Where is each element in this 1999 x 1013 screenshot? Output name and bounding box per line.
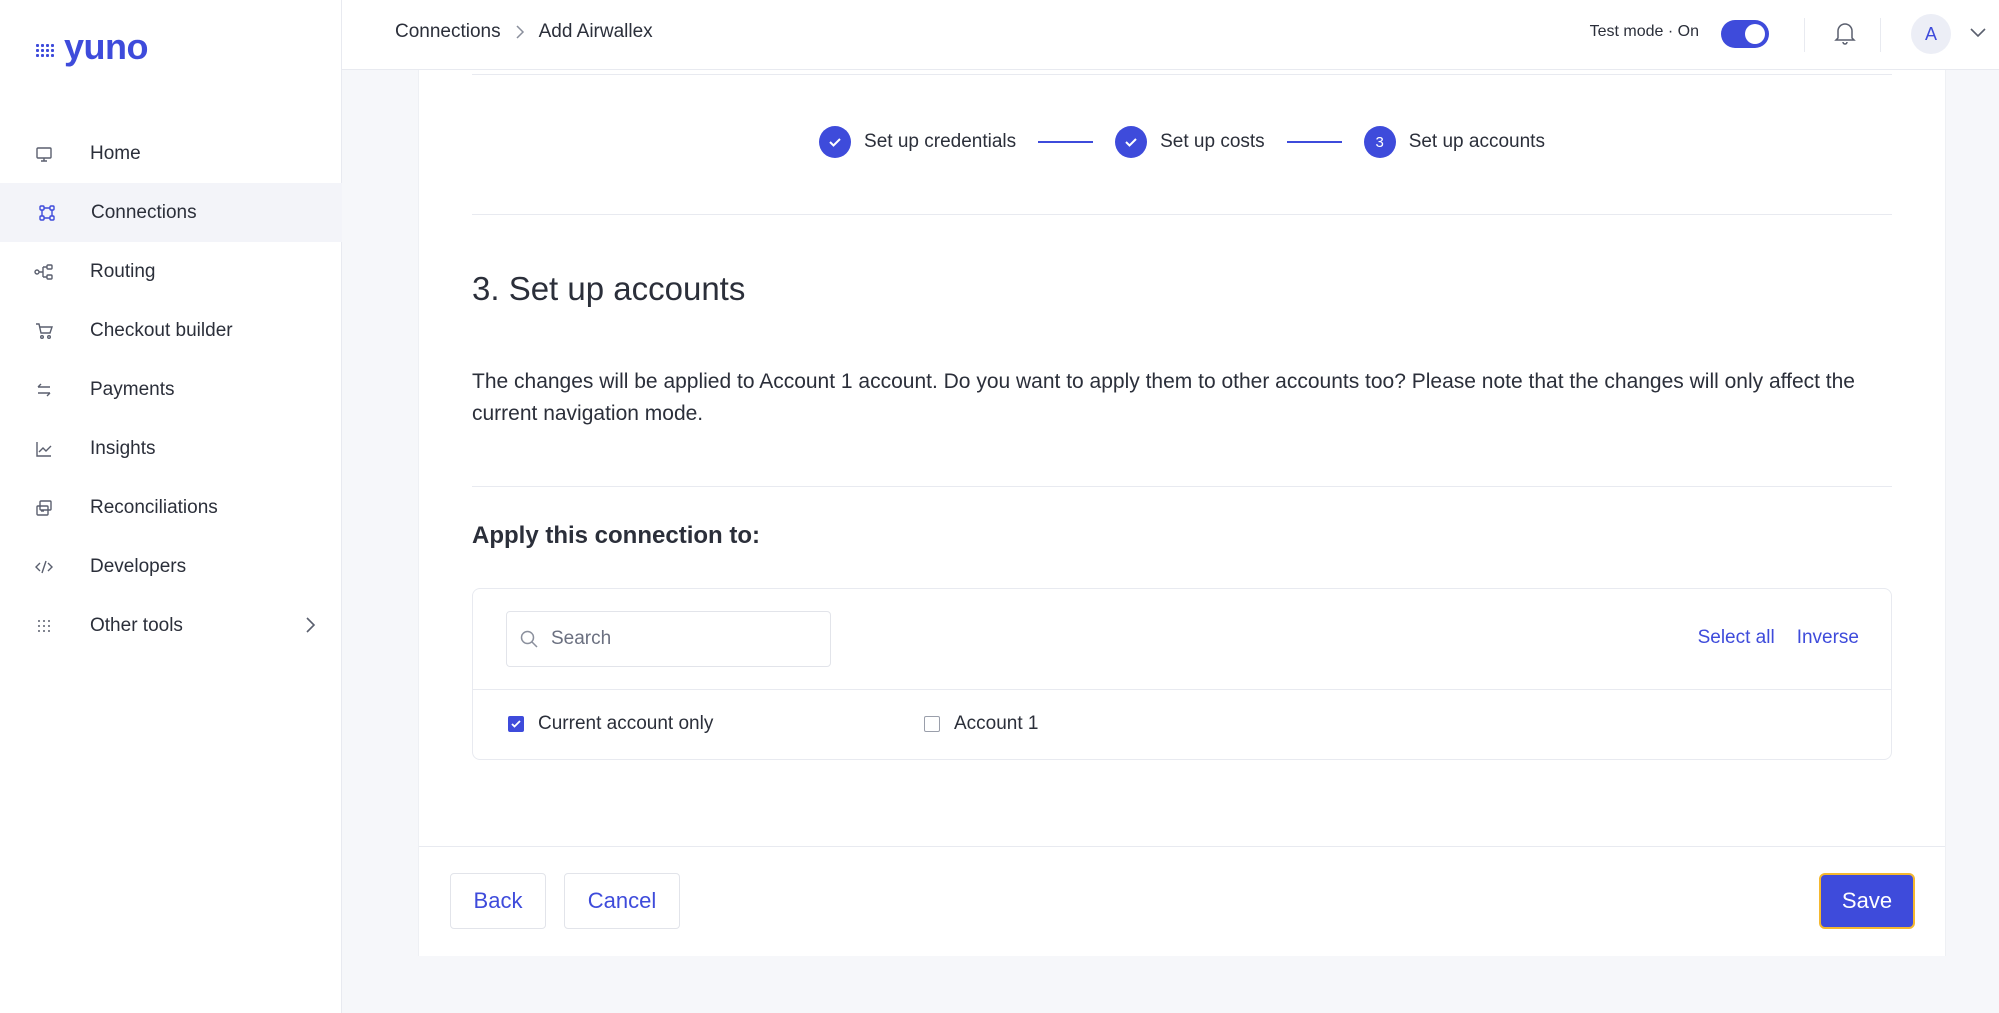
top-bar: Connections Add Airwallex Test mode · On…: [342, 0, 1999, 70]
yuno-logo[interactable]: yuno: [36, 26, 149, 68]
routing-icon: [32, 260, 56, 284]
divider: [1880, 18, 1881, 52]
divider: [472, 214, 1892, 215]
selection-links: Select all Inverse: [1698, 627, 1859, 649]
option-label: Current account only: [538, 713, 714, 734]
test-mode-label: Test mode · On: [1589, 23, 1699, 40]
step-label: Set up costs: [1160, 131, 1265, 152]
breadcrumb-current: Add Airwallex: [538, 21, 653, 42]
step-label: Set up credentials: [864, 131, 1017, 152]
step-connector: [1038, 141, 1094, 143]
reconcile-icon: [32, 496, 56, 520]
sidebar-item-label: Reconciliations: [90, 496, 218, 518]
breadcrumb: Connections Add Airwallex: [395, 21, 653, 43]
sidebar-item-label: Insights: [90, 437, 156, 459]
checkbox-checked[interactable]: [508, 716, 524, 732]
sidebar-item-label: Connections: [91, 201, 197, 223]
chart-icon: [32, 437, 56, 461]
sidebar: yuno Home Connections Routing Checkout b…: [0, 0, 342, 1013]
option-account-1[interactable]: Account 1: [924, 713, 1039, 735]
divider: [473, 689, 1891, 690]
test-mode-toggle[interactable]: [1721, 20, 1769, 48]
sidebar-item-label: Other tools: [90, 614, 183, 636]
bell-icon[interactable]: [1833, 20, 1857, 51]
sidebar-item-checkout-builder[interactable]: Checkout builder: [0, 301, 342, 360]
apply-title: Apply this connection to:: [472, 522, 760, 549]
sidebar-item-developers[interactable]: Developers: [0, 537, 342, 596]
form-footer: Back Cancel Save: [419, 846, 1945, 956]
step-costs: Set up costs: [1115, 126, 1265, 158]
section-title: 3. Set up accounts: [472, 270, 746, 307]
stepper: Set up credentials Set up costs 3 Set up…: [419, 126, 1945, 158]
sidebar-item-routing[interactable]: Routing: [0, 242, 342, 301]
sidebar-item-connections[interactable]: Connections: [0, 183, 342, 242]
logo-text: yuno: [64, 26, 149, 67]
code-icon: [32, 555, 56, 579]
select-all-link[interactable]: Select all: [1698, 627, 1775, 649]
save-button[interactable]: Save: [1819, 873, 1915, 929]
search-icon: [519, 629, 539, 649]
sidebar-item-label: Payments: [90, 378, 175, 400]
sidebar-item-home[interactable]: Home: [0, 124, 342, 183]
back-button[interactable]: Back: [450, 873, 546, 929]
chevron-right-icon: [515, 24, 525, 40]
breadcrumb-connections[interactable]: Connections: [395, 21, 501, 43]
step-connector: [1286, 141, 1342, 143]
arrows-icon: [32, 378, 56, 402]
chevron-right-icon[interactable]: [304, 615, 316, 641]
cancel-button[interactable]: Cancel: [564, 873, 680, 929]
checkbox-unchecked[interactable]: [924, 716, 940, 732]
chevron-down-icon[interactable]: [1969, 26, 1987, 44]
description-text: The changes will be applied to Account 1…: [472, 370, 1855, 425]
step-number: 3: [1363, 126, 1396, 158]
sidebar-item-payments[interactable]: Payments: [0, 360, 342, 419]
sidebar-item-label: Developers: [90, 555, 187, 577]
divider: [472, 486, 1892, 487]
avatar[interactable]: A: [1911, 14, 1951, 54]
monitor-icon: [32, 142, 56, 166]
option-label: Account 1: [954, 713, 1039, 734]
sidebar-item-other-tools[interactable]: Other tools: [0, 596, 342, 655]
check-icon: [1115, 126, 1148, 158]
connections-icon: [35, 201, 59, 225]
option-current-account[interactable]: Current account only: [508, 713, 713, 735]
cart-icon: [32, 319, 56, 343]
sidebar-item-reconciliations[interactable]: Reconciliations: [0, 478, 342, 537]
step-label: Set up accounts: [1408, 131, 1545, 152]
sidebar-item-insights[interactable]: Insights: [0, 419, 342, 478]
sidebar-item-label: Checkout builder: [90, 319, 233, 341]
sidebar-item-label: Home: [90, 142, 141, 164]
inverse-link[interactable]: Inverse: [1797, 627, 1859, 649]
step-accounts: 3 Set up accounts: [1363, 126, 1545, 158]
logo-mark-icon: [36, 38, 60, 62]
search-input[interactable]: [551, 628, 811, 650]
grid-dots-icon: [32, 614, 56, 638]
check-icon: [819, 126, 852, 158]
accounts-selector: Select all Inverse Current account only …: [472, 588, 1892, 760]
toggle-knob: [1745, 24, 1765, 44]
setup-card: Set up credentials Set up costs 3 Set up…: [418, 70, 1946, 956]
search-field[interactable]: [506, 611, 831, 667]
divider: [472, 74, 1892, 75]
step-credentials: Set up credentials: [819, 126, 1016, 158]
sidebar-nav: Home Connections Routing Checkout builde…: [0, 124, 342, 655]
divider: [1804, 18, 1805, 52]
sidebar-item-label: Routing: [90, 260, 156, 282]
